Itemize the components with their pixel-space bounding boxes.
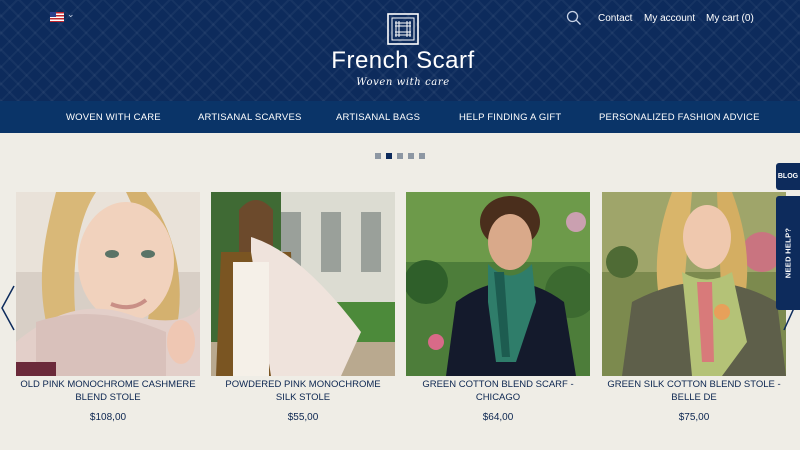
carousel-dot[interactable] bbox=[408, 153, 414, 159]
product-name[interactable]: GREEN SILK COTTON BLEND STOLE - BELLE DE bbox=[602, 378, 786, 404]
nav-item-fashion-advice[interactable]: PERSONALIZED FASHION ADVICE bbox=[599, 112, 760, 123]
product-price: $75,00 bbox=[678, 412, 710, 423]
chevron-down-icon[interactable]: ⌄ bbox=[67, 9, 75, 20]
product-image[interactable] bbox=[406, 192, 590, 376]
blog-tab[interactable]: BLOG bbox=[776, 163, 800, 190]
carousel-dot[interactable] bbox=[419, 153, 425, 159]
product-card[interactable]: GREEN SILK COTTON BLEND STOLE - BELLE DE… bbox=[602, 192, 786, 423]
product-card[interactable]: OLD PINK MONOCHROME CASHMERE BLEND STOLE… bbox=[16, 192, 200, 423]
my-cart-link[interactable]: My cart (0) bbox=[706, 13, 754, 24]
product-card[interactable]: POWDERED PINK MONOCHROME SILK STOLE $55,… bbox=[211, 192, 395, 423]
product-name[interactable]: OLD PINK MONOCHROME CASHMERE BLEND STOLE bbox=[16, 378, 200, 404]
brand-tagline: Woven with care bbox=[356, 77, 450, 88]
carousel-dot[interactable] bbox=[375, 153, 381, 159]
logo-icon[interactable] bbox=[387, 13, 419, 45]
us-flag-icon[interactable] bbox=[50, 12, 64, 22]
product-price: $55,00 bbox=[287, 412, 319, 423]
product-card[interactable]: GREEN COTTON BLEND SCARF - CHICAGO $64,0… bbox=[406, 192, 590, 423]
nav-item-artisanal-scarves[interactable]: ARTISANAL SCARVES bbox=[198, 112, 302, 123]
my-account-link[interactable]: My account bbox=[644, 13, 695, 24]
nav-item-woven-with-care[interactable]: WOVEN WITH CARE bbox=[66, 112, 161, 123]
nav-item-gift-help[interactable]: HELP FINDING A GIFT bbox=[459, 112, 561, 123]
product-image[interactable] bbox=[602, 192, 786, 376]
need-help-tab[interactable]: NEED HELP? bbox=[776, 196, 800, 310]
brand-name[interactable]: French Scarf bbox=[300, 47, 506, 75]
contact-link[interactable]: Contact bbox=[598, 13, 632, 24]
product-price: $64,00 bbox=[482, 412, 514, 423]
main-nav: WOVEN WITH CARE ARTISANAL SCARVES ARTISA… bbox=[0, 101, 800, 133]
product-price: $108,00 bbox=[89, 412, 127, 423]
carousel-prev-arrow-icon[interactable] bbox=[0, 284, 16, 332]
search-icon[interactable] bbox=[566, 10, 582, 26]
need-help-label: NEED HELP? bbox=[783, 227, 793, 279]
product-name[interactable]: POWDERED PINK MONOCHROME SILK STOLE bbox=[211, 378, 395, 404]
product-image[interactable] bbox=[211, 192, 395, 376]
product-name[interactable]: GREEN COTTON BLEND SCARF - CHICAGO bbox=[406, 378, 590, 404]
carousel-dot[interactable] bbox=[397, 153, 403, 159]
carousel-dot-active[interactable] bbox=[386, 153, 392, 159]
site-header: ⌄ French Scarf Woven with care Contact M… bbox=[0, 0, 800, 101]
product-image[interactable] bbox=[16, 192, 200, 376]
nav-item-artisanal-bags[interactable]: ARTISANAL BAGS bbox=[336, 112, 420, 123]
